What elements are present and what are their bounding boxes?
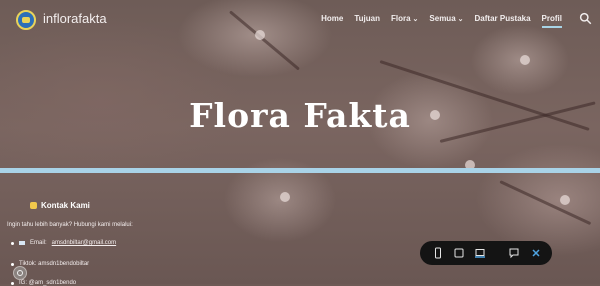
- top-navigation-bar: inflorafakta Home Tujuan Flora ⌄ Semua ⌄ D…: [0, 0, 600, 46]
- page-title: Flora Fakta: [189, 96, 411, 136]
- hand-icon: [30, 202, 37, 209]
- blossom-decoration: [520, 55, 530, 65]
- tiktok-text: Tiktok: amsdn1bendobiltar: [19, 261, 90, 267]
- info-button[interactable]: [13, 266, 27, 280]
- bullet: [11, 281, 14, 285]
- search-icon[interactable]: [579, 12, 592, 25]
- nav-item-daftar-pustaka[interactable]: Daftar Pustaka: [475, 14, 531, 23]
- info-icon: [17, 270, 23, 276]
- contact-email: Email: amsdnbiltar@gmail.com: [11, 240, 116, 246]
- nav-item-flora[interactable]: Flora ⌄: [391, 14, 418, 23]
- section-divider: [0, 168, 600, 173]
- email-link[interactable]: amsdnbiltar@gmail.com: [52, 240, 116, 246]
- contact-intro: Ingin tahu lebih banyak? Hubungi kami me…: [7, 222, 133, 228]
- tablet-icon[interactable]: [453, 247, 465, 259]
- instagram-text: IG: @am_sdn1bendo: [19, 280, 77, 286]
- site-name[interactable]: inflorafakta: [43, 11, 107, 26]
- preview-device-toolbar: [420, 241, 552, 265]
- site-logo[interactable]: [16, 10, 36, 30]
- nav-item-tujuan[interactable]: Tujuan: [354, 14, 380, 23]
- email-label: Email:: [30, 240, 47, 246]
- chevron-down-icon: ⌄: [412, 16, 419, 23]
- main-nav: Home Tujuan Flora ⌄ Semua ⌄ Daftar Pustaka…: [321, 14, 563, 28]
- blossom-decoration: [280, 192, 290, 202]
- phone-icon[interactable]: [432, 247, 444, 259]
- nav-item-semua[interactable]: Semua ⌄: [429, 14, 463, 23]
- blossom-decoration: [560, 195, 570, 205]
- contact-heading-row: Kontak Kami: [30, 201, 90, 210]
- nav-item-home[interactable]: Home: [321, 14, 343, 23]
- bullet: [11, 241, 14, 245]
- comment-icon[interactable]: [508, 247, 520, 259]
- chevron-down-icon: ⌄: [457, 16, 464, 23]
- contact-heading: Kontak Kami: [41, 201, 90, 210]
- mail-icon: [19, 241, 25, 245]
- laptop-icon[interactable]: [474, 247, 486, 259]
- bullet: [11, 262, 14, 266]
- contact-instagram: IG: @am_sdn1bendo: [11, 280, 76, 286]
- close-icon[interactable]: [530, 247, 542, 259]
- nav-item-profil[interactable]: Profil: [541, 14, 563, 28]
